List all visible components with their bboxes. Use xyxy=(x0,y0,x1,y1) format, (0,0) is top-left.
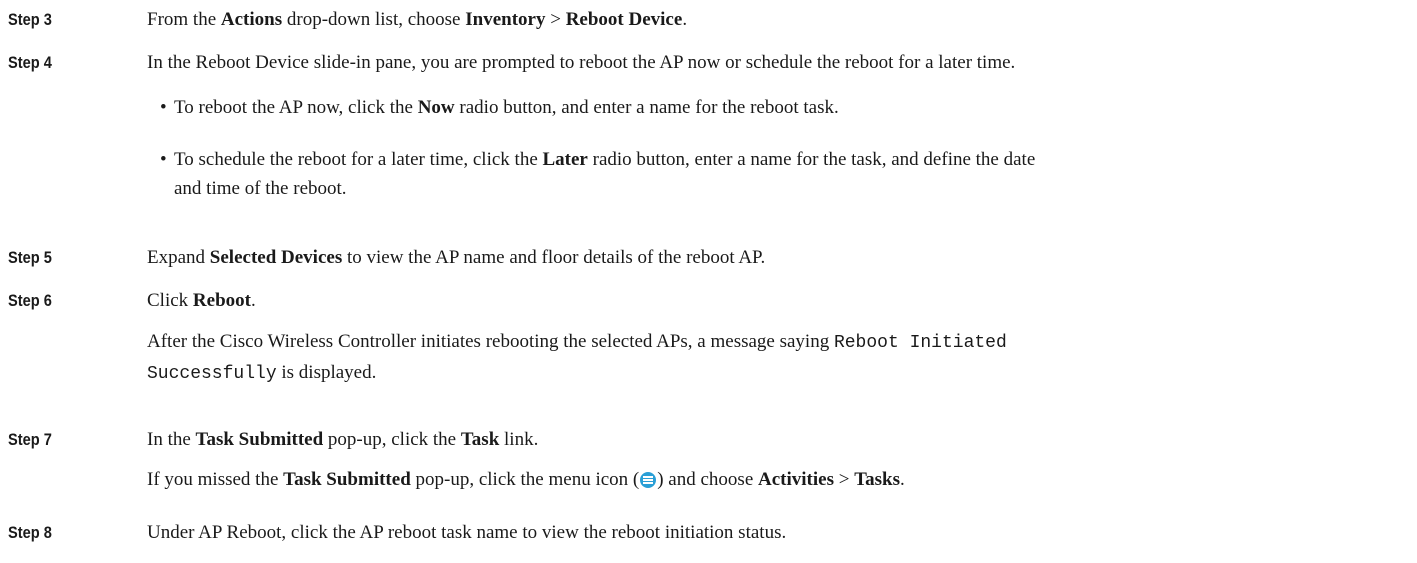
step-6-note: After the Cisco Wireless Controller init… xyxy=(147,331,1007,384)
step-label: Step 5 xyxy=(8,248,52,267)
bullet-item-now: • To reboot the AP now, click the Now rad… xyxy=(160,93,1410,122)
step-label: Step 7 xyxy=(8,430,52,449)
step-text: In the Reboot Device slide-in pane, you … xyxy=(147,52,1016,73)
step-label: Step 3 xyxy=(8,10,52,29)
bullet-dot: • xyxy=(160,97,167,118)
step-label: Step 4 xyxy=(8,53,52,72)
message-code: Reboot Initiated xyxy=(833,333,1007,353)
bullet-continuation: and time of the reboot. xyxy=(174,178,347,199)
step-text: Click Reboot. xyxy=(147,290,256,311)
bullet-dot: • xyxy=(160,149,167,170)
step-text: Expand Selected Devices to view the AP n… xyxy=(147,247,766,268)
step-text: Under AP Reboot, click the AP reboot tas… xyxy=(147,522,787,543)
step-text: From the Actions drop-down list, choose … xyxy=(147,9,688,30)
step-label: Step 6 xyxy=(8,291,52,310)
step-label: Step 8 xyxy=(8,523,52,542)
step-7-note: If you missed the Task Submitted pop-up,… xyxy=(147,469,905,490)
step-text: In the Task Submitted pop-up, click the … xyxy=(147,429,539,450)
message-code: Successfully xyxy=(147,364,277,384)
bullet-item-later: • To schedule the reboot for a later time… xyxy=(160,145,1410,203)
menu-icon xyxy=(640,472,657,488)
